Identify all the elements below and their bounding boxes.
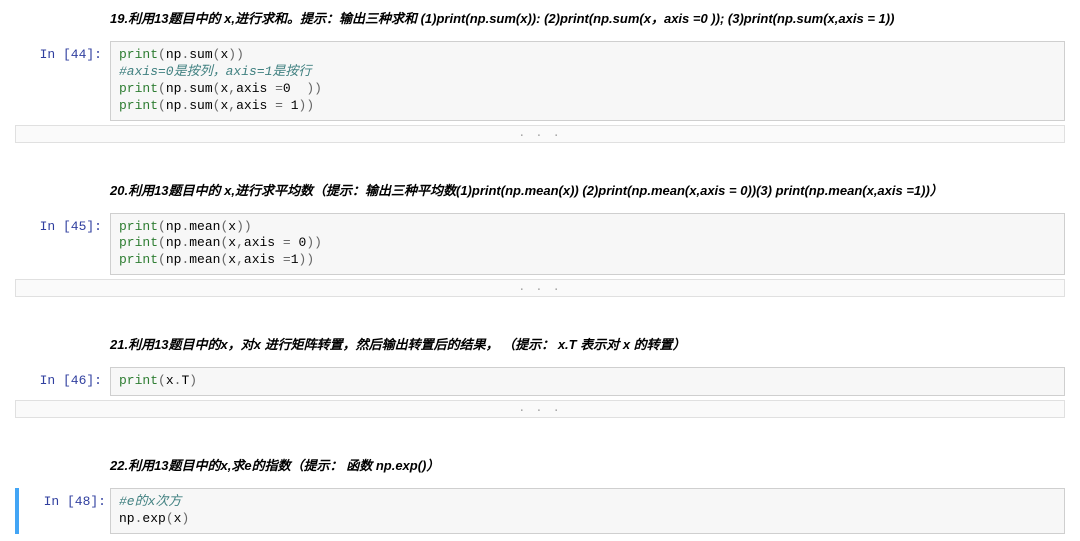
token-op: ) bbox=[189, 373, 197, 388]
token-var: sum bbox=[189, 81, 212, 96]
token-var: axis bbox=[244, 235, 283, 250]
code-editor[interactable]: print(x.T) bbox=[110, 367, 1065, 396]
token-fn: print bbox=[119, 373, 158, 388]
token-op: ( bbox=[158, 47, 166, 62]
token-var: np bbox=[166, 252, 182, 267]
token-var: np bbox=[166, 235, 182, 250]
token-var: np bbox=[166, 47, 182, 62]
code-editor[interactable]: print(np.sum(x))#axis=0是按列，axis=1是按行prin… bbox=[110, 41, 1065, 121]
token-fn: print bbox=[119, 219, 158, 234]
spacer bbox=[0, 422, 1080, 447]
token-op: ( bbox=[158, 235, 166, 250]
code-cell[interactable]: In [44]:print(np.sum(x))#axis=0是按列，axis=… bbox=[15, 41, 1065, 121]
code-line: #axis=0是按列，axis=1是按行 bbox=[119, 64, 1056, 81]
token-op: , bbox=[236, 235, 244, 250]
notebook: 19.利用13题目中的 x,进行求和。提示：输出三种求和 (1)print(np… bbox=[0, 0, 1080, 534]
code-line: print(np.sum(x,axis = 1)) bbox=[119, 98, 1056, 115]
token-var: mean bbox=[189, 252, 220, 267]
token-num: 0 bbox=[283, 81, 299, 96]
token-comment: #e的x次方 bbox=[119, 494, 181, 509]
input-prompt: In [46]: bbox=[15, 367, 110, 396]
token-op: , bbox=[228, 81, 236, 96]
token-op: ( bbox=[158, 219, 166, 234]
token-op: )) bbox=[299, 81, 322, 96]
token-var: mean bbox=[189, 235, 220, 250]
input-prompt: In [45]: bbox=[15, 213, 110, 276]
token-var: np bbox=[119, 511, 135, 526]
token-var: x bbox=[228, 219, 236, 234]
code-editor[interactable]: print(np.mean(x))print(np.mean(x,axis = … bbox=[110, 213, 1065, 276]
token-var: x bbox=[228, 252, 236, 267]
token-var: axis bbox=[236, 81, 275, 96]
code-line: print(np.sum(x)) bbox=[119, 47, 1056, 64]
markdown-heading[interactable]: 20.利用13题目中的 x,进行求平均数（提示：输出三种平均数(1)print(… bbox=[0, 172, 1080, 209]
code-cell[interactable]: In [48]: #e的x次方 np.exp(x) bbox=[15, 488, 1065, 534]
code-cell[interactable]: In [46]: print(x.T) bbox=[15, 367, 1065, 396]
token-op: = bbox=[283, 235, 299, 250]
token-op: ) bbox=[181, 511, 189, 526]
token-fn: print bbox=[119, 252, 158, 267]
token-dot: . bbox=[135, 511, 143, 526]
token-var: x bbox=[174, 511, 182, 526]
token-op: ( bbox=[158, 373, 166, 388]
code-line: print(np.mean(x,axis = 0)) bbox=[119, 235, 1056, 252]
code-line: print(x.T) bbox=[119, 373, 1056, 390]
output-collapsed[interactable]: . . . bbox=[15, 125, 1065, 143]
spacer bbox=[0, 147, 1080, 172]
token-fn: print bbox=[119, 235, 158, 250]
token-op: )) bbox=[228, 47, 244, 62]
code-line: print(np.sum(x,axis =0 )) bbox=[119, 81, 1056, 98]
token-comment: #axis=0是按列，axis=1是按行 bbox=[119, 64, 311, 79]
token-fn: print bbox=[119, 81, 158, 96]
token-fn: print bbox=[119, 47, 158, 62]
token-op: ( bbox=[158, 98, 166, 113]
markdown-heading[interactable]: 22.利用13题目中的x,求e的指数（提示： 函数 np.exp()） bbox=[0, 447, 1080, 484]
token-var: sum bbox=[189, 47, 212, 62]
token-var: sum bbox=[189, 98, 212, 113]
token-var: x bbox=[166, 373, 174, 388]
token-op: )) bbox=[306, 235, 322, 250]
code-line: print(np.mean(x)) bbox=[119, 219, 1056, 236]
token-op: , bbox=[236, 252, 244, 267]
token-op: ( bbox=[158, 252, 166, 267]
output-collapsed[interactable]: . . . bbox=[15, 279, 1065, 297]
markdown-heading[interactable]: 19.利用13题目中的 x,进行求和。提示：输出三种求和 (1)print(np… bbox=[0, 0, 1080, 37]
token-op: )) bbox=[299, 252, 315, 267]
code-cell[interactable]: In [45]:print(np.mean(x))print(np.mean(x… bbox=[15, 213, 1065, 276]
token-op: = bbox=[275, 98, 291, 113]
spacer bbox=[0, 301, 1080, 326]
token-op: )) bbox=[236, 219, 252, 234]
token-op: = bbox=[275, 81, 283, 96]
output-collapsed[interactable]: . . . bbox=[15, 400, 1065, 418]
code-line: np.exp(x) bbox=[119, 511, 1056, 528]
token-num: 1 bbox=[291, 98, 299, 113]
markdown-heading[interactable]: 21.利用13题目中的x，对x 进行矩阵转置，然后输出转置后的结果， （提示： … bbox=[0, 326, 1080, 363]
input-prompt: In [44]: bbox=[15, 41, 110, 121]
input-prompt: In [48]: bbox=[19, 488, 114, 534]
token-op: )) bbox=[299, 98, 315, 113]
token-op: ( bbox=[158, 81, 166, 96]
token-var: np bbox=[166, 81, 182, 96]
token-op: = bbox=[283, 252, 291, 267]
code-line: print(np.mean(x,axis =1)) bbox=[119, 252, 1056, 269]
token-op: ( bbox=[166, 511, 174, 526]
token-var: np bbox=[166, 219, 182, 234]
code-editor[interactable]: #e的x次方 np.exp(x) bbox=[110, 488, 1065, 534]
token-var: mean bbox=[189, 219, 220, 234]
token-var: np bbox=[166, 98, 182, 113]
token-num: 1 bbox=[291, 252, 299, 267]
token-var: axis bbox=[244, 252, 283, 267]
token-var: axis bbox=[236, 98, 275, 113]
token-var: x bbox=[228, 235, 236, 250]
token-var: exp bbox=[142, 511, 165, 526]
token-fn: print bbox=[119, 98, 158, 113]
token-op: , bbox=[228, 98, 236, 113]
